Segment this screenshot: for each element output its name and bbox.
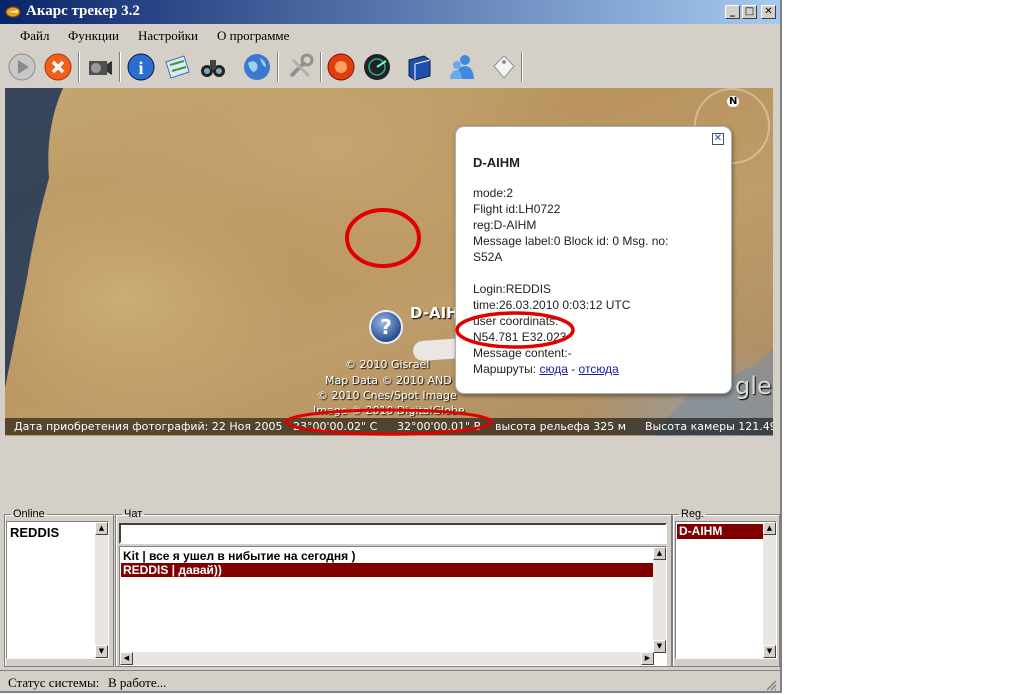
binoculars-icon[interactable] [196, 50, 230, 84]
window-title: Акарс трекер 3.2 [26, 3, 140, 19]
scroll-up-icon[interactable]: ▲ [763, 522, 776, 535]
popup-flight-id: Flight id:LH0722 [473, 202, 561, 216]
chat-hscrollbar[interactable]: ◀ ▶ [120, 652, 654, 665]
scroll-down-icon[interactable]: ▼ [763, 645, 776, 658]
minimize-button[interactable]: _ [725, 5, 740, 19]
info-icon[interactable]: i [124, 50, 158, 84]
google-logo: gle [735, 372, 772, 400]
tools-icon[interactable] [283, 50, 317, 84]
scroll-up-icon[interactable]: ▲ [653, 547, 666, 560]
popup-message-label: Message label:0 Block id: 0 Msg. no: [473, 234, 669, 248]
map-icon[interactable] [160, 50, 194, 84]
aircraft-info-popup: ✕ D-AIHM mode:2 Flight id:LH0722 reg:D-A… [455, 126, 732, 394]
annotation-circle [284, 408, 494, 436]
chat-legend: Чат [124, 508, 143, 520]
status-value: В работе... [108, 675, 167, 690]
aircraft-marker[interactable]: ? [369, 310, 403, 344]
route-from-link[interactable]: отсюда [579, 362, 619, 376]
scroll-right-icon[interactable]: ▶ [641, 652, 654, 665]
compass-north-label: N [727, 96, 740, 107]
stop-icon[interactable] [41, 50, 75, 84]
popup-login: Login:REDDIS [473, 282, 552, 296]
maximize-button[interactable]: □ [742, 5, 757, 19]
popup-reg: reg:D-AIHM [473, 218, 537, 232]
chat-message: Kit | все я ушел в нибытие на сегодня ) [123, 549, 356, 563]
tag-icon[interactable] [486, 50, 520, 84]
spacer-area [4, 436, 778, 506]
scroll-left-icon[interactable]: ◀ [120, 652, 133, 665]
status-bar: Статус системы: В работе... [0, 670, 780, 693]
book-icon[interactable] [402, 50, 436, 84]
toolbar-separator [277, 52, 279, 82]
elevation-readout: высота рельефа 325 м [495, 420, 627, 433]
toolbar-separator [521, 52, 523, 82]
users-icon[interactable] [445, 50, 479, 84]
route-to-link[interactable]: сюда [539, 362, 567, 376]
online-user[interactable]: REDDIS [10, 525, 59, 540]
title-bar[interactable]: Акарс трекер 3.2 _ □ ✕ [0, 0, 780, 24]
online-list[interactable]: REDDIS ▲ ▼ [6, 521, 109, 659]
reg-item-selected[interactable]: D-AIHM [677, 524, 765, 539]
svg-text:i: i [138, 58, 143, 78]
photo-date: Дата приобретения фотографий: 22 Ноя 200… [14, 420, 283, 433]
menu-functions[interactable]: Функции [68, 28, 119, 44]
chat-messages[interactable]: Kit | все я ушел в нибытие на сегодня ) … [119, 546, 667, 666]
menu-file[interactable]: Файл [20, 28, 50, 44]
popup-title: D-AIHM [473, 155, 520, 170]
app-window: Акарс трекер 3.2 _ □ ✕ Файл Функции Наст… [0, 0, 782, 693]
toolbar: i [4, 49, 778, 86]
map-water [5, 88, 63, 388]
reg-scrollbar[interactable]: ▲ ▼ [763, 522, 776, 658]
menu-about[interactable]: О программе [217, 28, 289, 44]
alarm-icon[interactable] [324, 50, 358, 84]
menu-bar: Файл Функции Настройки О программе [0, 24, 780, 46]
map-attribution-line: © 2010 Cnes/Spot Image [317, 389, 457, 402]
popup-mode: mode:2 [473, 186, 514, 200]
map-view[interactable]: ? D-AIHM N © 2010 Gisrael Map Data © 201… [5, 88, 773, 436]
popup-routes: Маршруты: сюда - отсюда [473, 362, 619, 376]
resize-grip-icon[interactable] [765, 679, 777, 691]
map-attribution-line: © 2010 Gisrael [345, 358, 430, 371]
chat-vscrollbar[interactable]: ▲ ▼ [653, 547, 666, 653]
reg-list[interactable]: D-AIHM ▲ ▼ [675, 521, 777, 659]
camera-altitude-readout: Высота камеры 121.49 [645, 420, 773, 433]
scroll-down-icon[interactable]: ▼ [95, 645, 108, 658]
chat-input[interactable] [119, 523, 667, 544]
toolbar-separator [78, 52, 80, 82]
online-legend: Online [13, 508, 45, 520]
routes-label: Маршруты: [473, 362, 537, 376]
toolbar-separator [119, 52, 121, 82]
status-label: Статус системы: [8, 675, 100, 690]
camera-icon[interactable] [82, 50, 116, 84]
radar-icon[interactable] [360, 50, 394, 84]
toolbar-separator [320, 52, 322, 82]
scroll-down-icon[interactable]: ▼ [653, 640, 666, 653]
play-icon[interactable] [5, 50, 39, 84]
annotation-circle [345, 208, 421, 268]
reg-legend: Reg. [681, 508, 705, 520]
popup-message-label-cont: S52A [473, 250, 503, 264]
scroll-up-icon[interactable]: ▲ [95, 522, 108, 535]
app-icon [5, 6, 21, 18]
map-attribution-line: Map Data © 2010 AND [325, 374, 452, 387]
online-scrollbar[interactable]: ▲ ▼ [95, 522, 108, 658]
annotation-circle [455, 311, 575, 349]
popup-close-button[interactable]: ✕ [712, 133, 724, 145]
globe-icon[interactable] [240, 50, 274, 84]
routes-separator: - [567, 362, 579, 376]
chat-message-selected[interactable]: REDDIS | давай)) [121, 563, 656, 577]
close-button[interactable]: ✕ [761, 5, 776, 19]
menu-settings[interactable]: Настройки [138, 28, 198, 44]
